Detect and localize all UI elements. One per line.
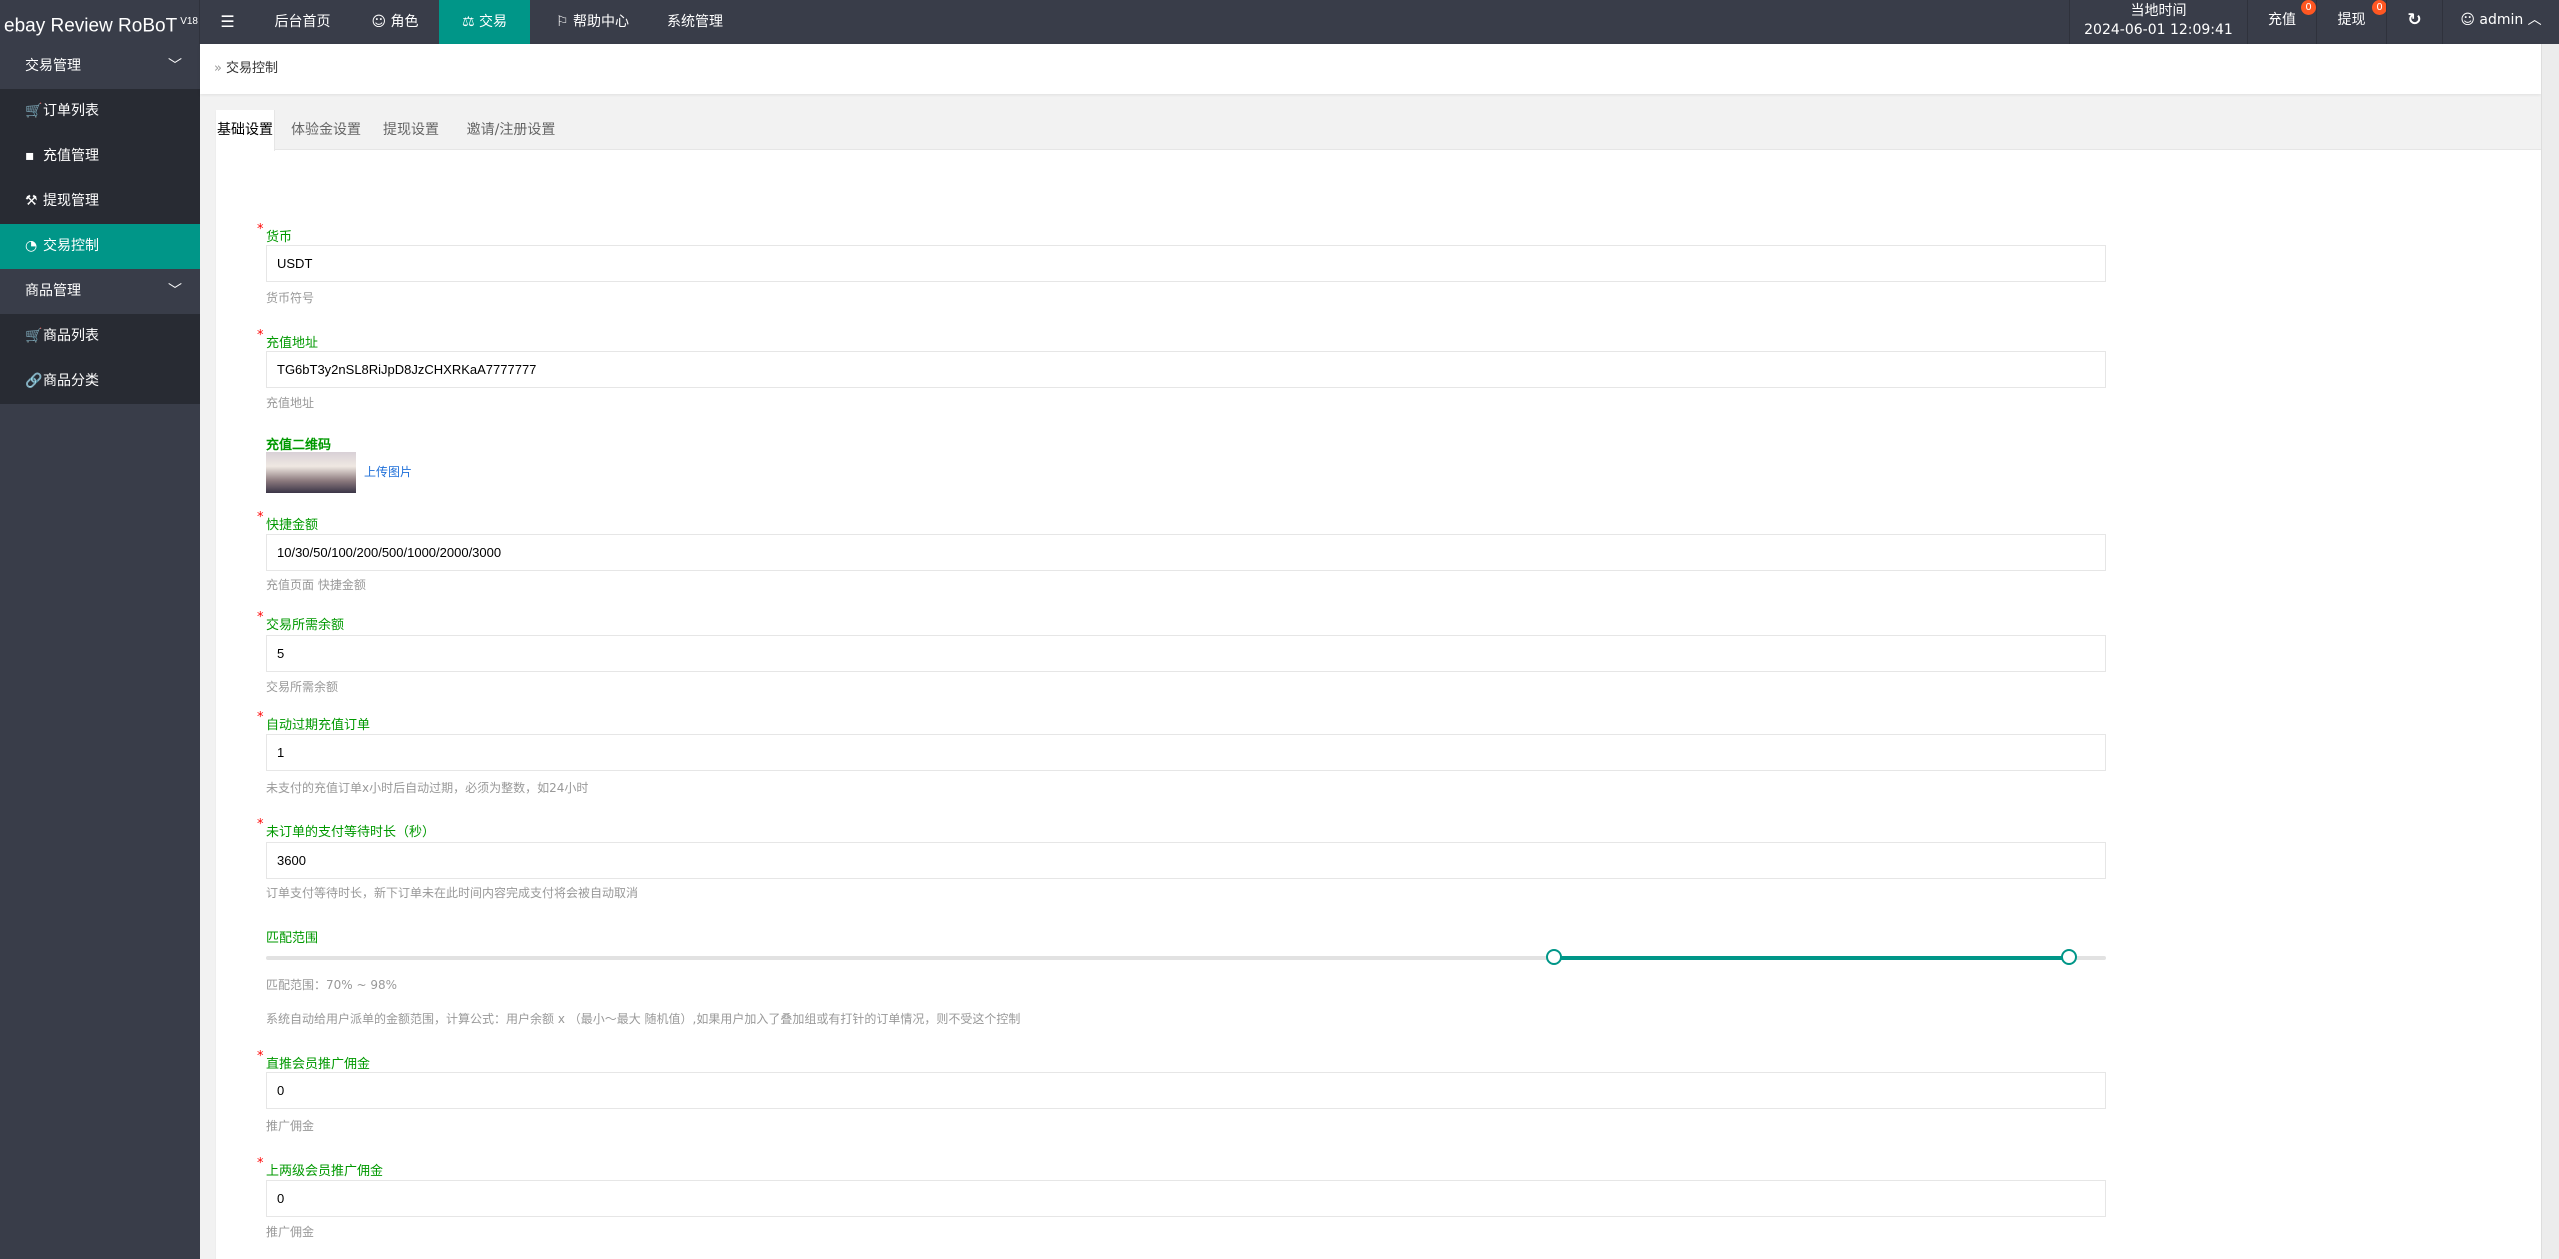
quick-amount-label: * 快捷金额 bbox=[257, 510, 319, 533]
sidebar-group-goods[interactable]: 商品管理 ﹀ bbox=[0, 269, 200, 314]
menu-toggle-icon[interactable]: ☰ bbox=[200, 0, 255, 44]
sidebar-item-trade-control[interactable]: ◔ 交易控制 bbox=[0, 224, 200, 269]
expire-input[interactable]: 1 bbox=[266, 734, 2106, 771]
sidebar-item-label: 商品列表 bbox=[43, 328, 99, 344]
upload-image-link[interactable]: 上传图片 bbox=[364, 463, 412, 480]
balance-label: * 交易所需余额 bbox=[257, 610, 345, 633]
nav-system[interactable]: 系统管理 bbox=[655, 0, 735, 44]
tab-withdraw[interactable]: 提现设置 bbox=[376, 110, 446, 151]
sidebar-item-withdraw[interactable]: ⚒ 提现管理 bbox=[0, 179, 200, 224]
scale-icon: ⚖ bbox=[461, 14, 479, 30]
expire-label: * 自动过期充值订单 bbox=[257, 710, 371, 733]
nav-help-label: 帮助中心 bbox=[573, 14, 629, 30]
range-slider-fill bbox=[1554, 956, 2070, 960]
address-help: 充值地址 bbox=[266, 396, 315, 410]
currency-label: * 货币 bbox=[257, 222, 293, 245]
tab-trial-funds[interactable]: 体验金设置 bbox=[281, 110, 371, 151]
range-description: 系统自动给用户派单的金额范围，计算公式：用户余额 x （最小～最大 随机值）,如… bbox=[266, 1012, 1021, 1026]
cart-icon: 🛒 bbox=[25, 103, 43, 119]
direct-commission-input[interactable]: 0 bbox=[266, 1072, 2106, 1109]
local-time-value: 2024-06-01 12:09:41 bbox=[2084, 22, 2233, 38]
wait-label: * 未订单的支付等待时长（秒） bbox=[257, 817, 436, 840]
currency-input[interactable]: USDT bbox=[266, 245, 2106, 282]
sidebar-item-recharge[interactable]: ▪ 充值管理 bbox=[0, 134, 200, 179]
quick-amount-input[interactable]: 10/30/50/100/200/500/1000/2000/3000 bbox=[266, 534, 2106, 571]
withdraw-label: 提现 bbox=[2337, 12, 2366, 28]
local-time-label: 当地时间 bbox=[2130, 3, 2187, 19]
direct-commission-help: 推广佣金 bbox=[266, 1119, 315, 1133]
qr-label: 充值二维码 bbox=[266, 438, 332, 453]
nav-help[interactable]: ⚐ 帮助中心 bbox=[540, 0, 645, 44]
recharge-badge: 0 bbox=[2301, 0, 2316, 15]
breadcrumb: » 交易控制 bbox=[200, 44, 2541, 94]
local-time: 当地时间 2024-06-01 12:09:41 bbox=[2069, 0, 2247, 44]
recharge-label: 充值 bbox=[2268, 12, 2296, 28]
withdraw-button[interactable]: 提现 0 bbox=[2316, 0, 2387, 44]
tab-invite-register[interactable]: 邀请/注册设置 bbox=[456, 110, 566, 151]
address-label: * 充值地址 bbox=[257, 328, 319, 351]
direct-commission-label: * 直推会员推广佣金 bbox=[257, 1049, 371, 1072]
quick-amount-help: 充值页面 快捷金额 bbox=[266, 578, 366, 592]
brand-logo: ebay Review RoBoT V18 bbox=[0, 0, 200, 44]
range-slider[interactable] bbox=[266, 949, 2106, 965]
second-commission-help: 推广佣金 bbox=[266, 1225, 315, 1239]
sidebar-item-goods-list[interactable]: 🛒商品列表 bbox=[0, 314, 200, 359]
range-label: 匹配范围 bbox=[266, 931, 319, 946]
withdraw-badge: 0 bbox=[2372, 0, 2387, 15]
chevron-down-icon: ﹀ bbox=[168, 58, 182, 74]
sidebar-item-label: 提现管理 bbox=[43, 193, 99, 209]
wait-input[interactable]: 3600 bbox=[266, 842, 2106, 879]
user-icon: ☺ bbox=[371, 14, 391, 30]
sidebar-item-orders[interactable]: 🛒订单列表 bbox=[0, 89, 200, 134]
nav-trade-label: 交易 bbox=[479, 14, 507, 30]
breadcrumb-current: 交易控制 bbox=[225, 61, 278, 76]
monitor-icon: ▪ bbox=[25, 148, 35, 164]
sidebar-group-trade[interactable]: 交易管理 ﹀ bbox=[0, 44, 200, 89]
flag-icon: ⚐ bbox=[555, 14, 573, 30]
cart-icon: 🛒 bbox=[25, 328, 43, 344]
qr-image bbox=[266, 452, 356, 493]
chevron-down-icon: ﹀ bbox=[168, 283, 182, 299]
address-input[interactable]: TG6bT3y2nSL8RiJpD8JzCHXRKaA7777777 bbox=[266, 351, 2106, 388]
gavel-icon: ⚒ bbox=[25, 193, 38, 209]
user-name: admin bbox=[2479, 12, 2524, 28]
sidebar: 交易管理 ﹀ 🛒订单列表 ▪ 充值管理 ⚒ 提现管理 ◔ 交易控制 商品管理 ﹀ 🛒商品列… bbox=[0, 44, 200, 1259]
top-navbar: ebay Review RoBoT V18 ☰ 后台首页 ☺ 角色 ⚖ 交易 ⚐ … bbox=[0, 0, 2559, 44]
second-commission-label: * 上两级会员推广佣金 bbox=[257, 1156, 384, 1179]
chevron-up-icon: ︿ bbox=[2523, 12, 2542, 28]
balance-help: 交易所需余额 bbox=[266, 680, 339, 694]
currency-help: 货币符号 bbox=[266, 291, 315, 305]
sidebar-item-label: 充值管理 bbox=[43, 148, 99, 164]
nav-role[interactable]: ☺ 角色 bbox=[355, 0, 435, 44]
wait-help: 订单支付等待时长，新下订单未在此时间内容完成支付将会被自动取消 bbox=[266, 886, 639, 900]
nav-role-label: 角色 bbox=[390, 14, 419, 30]
nav-trade[interactable]: ⚖ 交易 bbox=[439, 0, 530, 44]
link-icon: 🔗 bbox=[25, 373, 43, 389]
second-commission-input[interactable]: 0 bbox=[266, 1180, 2106, 1217]
nav-dashboard[interactable]: 后台首页 bbox=[260, 0, 345, 44]
sidebar-item-label: 订单列表 bbox=[43, 103, 99, 119]
page-scrollbar[interactable] bbox=[2541, 44, 2559, 1259]
sidebar-group-label: 商品管理 bbox=[25, 283, 81, 299]
refresh-icon[interactable]: ↻ bbox=[2386, 0, 2442, 44]
expire-help: 未支付的充值订单x小时后自动过期，必须为整数，如24小时 bbox=[266, 781, 589, 795]
sidebar-item-label: 商品分类 bbox=[43, 373, 99, 389]
sidebar-item-goods-category[interactable]: 🔗商品分类 bbox=[0, 359, 200, 404]
brand-name: ebay Review RoBoT bbox=[4, 15, 178, 37]
tab-bar: 基础设置 体验金设置 提现设置 邀请/注册设置 bbox=[216, 110, 2541, 151]
range-help: 匹配范围：70% ~ 98% bbox=[266, 978, 398, 992]
user-icon: ☺ bbox=[2460, 12, 2480, 28]
brand-version: V18 bbox=[180, 16, 198, 27]
double-chevron-icon: » bbox=[214, 61, 222, 76]
sidebar-item-label: 交易控制 bbox=[43, 238, 99, 254]
range-slider-min-handle[interactable] bbox=[1546, 949, 1562, 965]
tab-basic[interactable]: 基础设置 bbox=[216, 110, 275, 151]
recharge-button[interactable]: 充值 0 bbox=[2247, 0, 2316, 44]
user-menu[interactable]: ☺ admin ︿ bbox=[2442, 0, 2559, 44]
dashboard-icon: ◔ bbox=[25, 238, 38, 254]
balance-input[interactable]: 5 bbox=[266, 635, 2106, 672]
sidebar-group-label: 交易管理 bbox=[25, 58, 81, 74]
